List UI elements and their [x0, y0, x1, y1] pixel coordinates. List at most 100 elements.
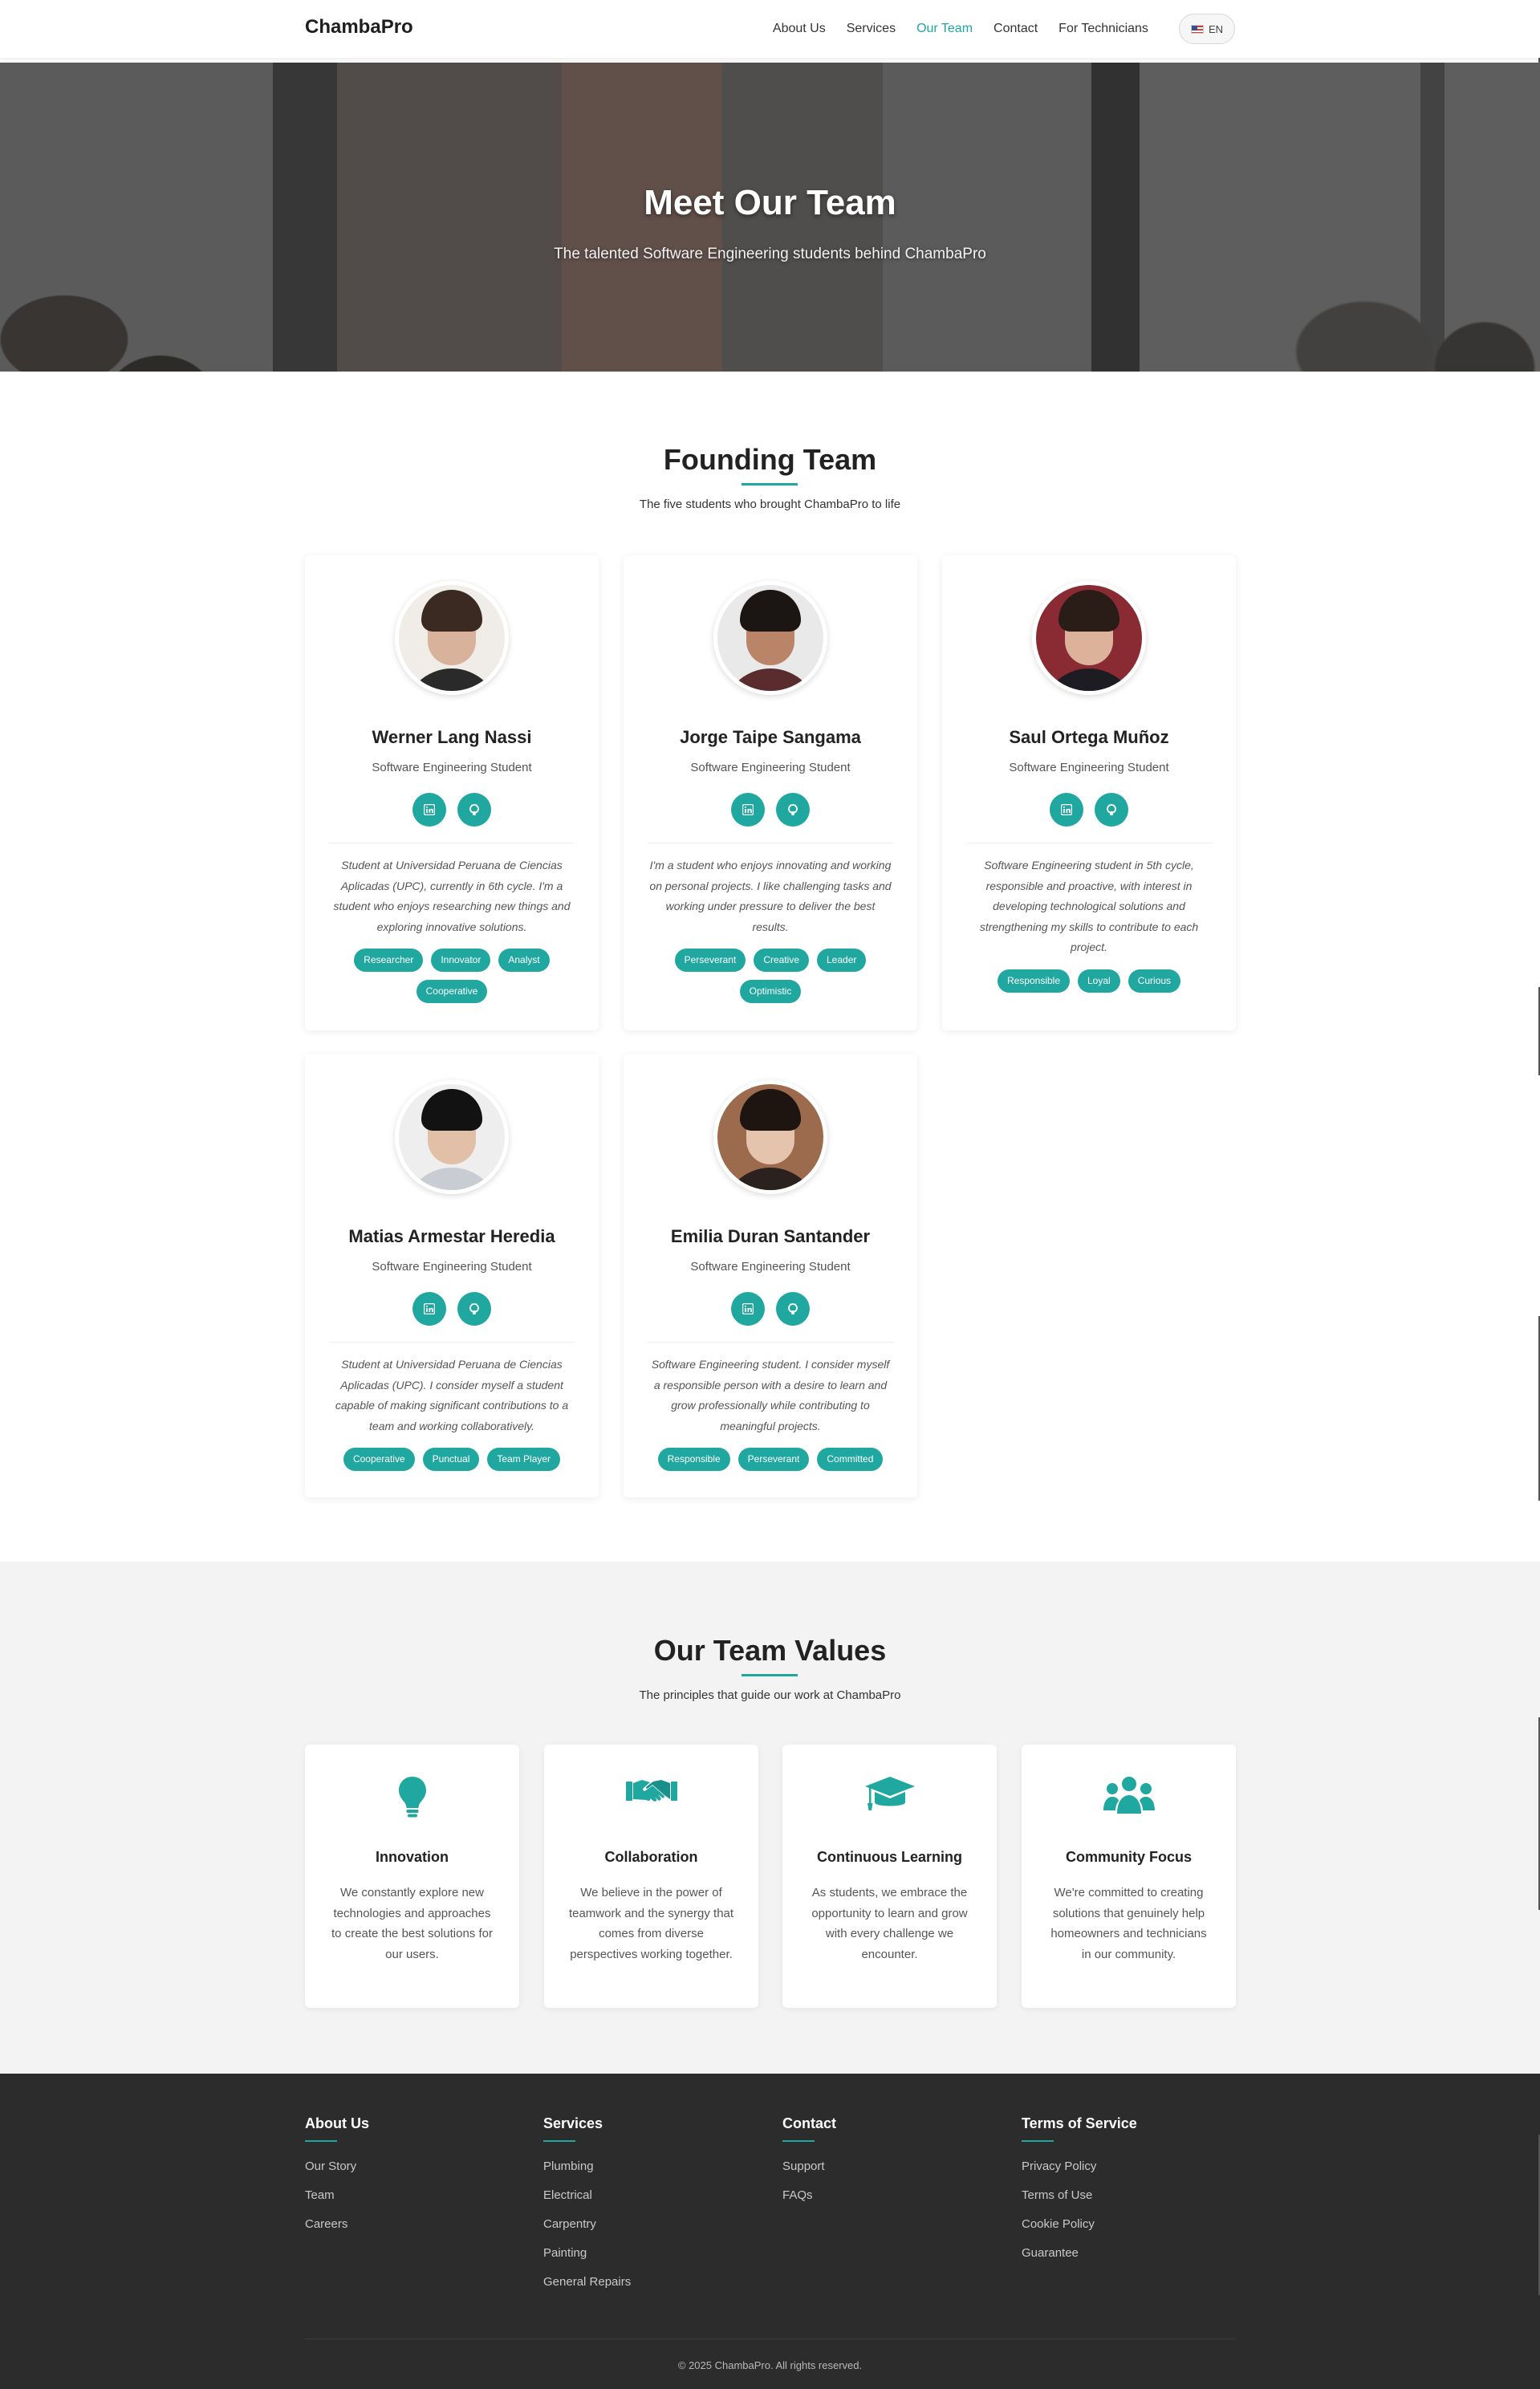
member-bio: Student at Universidad Peruana de Cienci… [333, 859, 571, 933]
brand-logo[interactable]: ChambaPro [305, 16, 413, 39]
footer-heading: About Us [305, 2115, 369, 2131]
social-links [305, 1292, 599, 1326]
footer-link[interactable]: Plumbing [543, 2159, 768, 2175]
footer-heading: Services [543, 2115, 603, 2131]
footer-link[interactable]: Painting [543, 2246, 768, 2261]
nav-our-team[interactable]: Our Team [916, 22, 973, 36]
trait-tag: Leader [817, 949, 867, 972]
footer-heading-underline [1022, 2140, 1054, 2142]
footer-link[interactable]: Team [305, 2188, 530, 2204]
value-text: We believe in the power of teamwork and … [568, 1886, 734, 1961]
value-title: Community Focus [1065, 1849, 1192, 1865]
avatar [713, 581, 827, 695]
member-tags: Responsible Loyal Curious [974, 969, 1204, 993]
trait-tag: Optimistic [739, 980, 802, 1003]
value-card: Continuous Learning As students, we embr… [782, 1745, 997, 2008]
trait-tag: Perseverant [737, 1448, 810, 1471]
linkedin-icon[interactable] [412, 793, 446, 827]
handshake-icon [544, 1775, 758, 1810]
member-tags: Researcher Innovator Analyst Cooperative [337, 949, 567, 1003]
site-footer: About Us Our Story Team Careers Services… [0, 2074, 1540, 2389]
member-role: Software Engineering Student [690, 1260, 851, 1274]
nav-services[interactable]: Services [847, 22, 896, 36]
nav-contact[interactable]: Contact [993, 22, 1038, 36]
member-tags: Perseverant Creative Leader Optimistic [656, 949, 885, 1003]
footer-link[interactable]: Cookie Policy [1022, 2217, 1246, 2233]
card-divider [329, 1342, 575, 1343]
linkedin-icon[interactable] [731, 1292, 765, 1326]
linkedin-icon[interactable] [412, 1292, 446, 1326]
team-card: Saul Ortega Muñoz Software Engineering S… [942, 555, 1236, 1030]
footer-link[interactable]: FAQs [782, 2188, 1007, 2204]
nav-for-technicians[interactable]: For Technicians [1058, 22, 1148, 36]
footer-column-contact: Contact Support FAQs [782, 2115, 1007, 2217]
member-name: Saul Ortega Muñoz [1009, 727, 1169, 747]
github-icon[interactable] [776, 1292, 810, 1326]
member-name: Emilia Duran Santander [670, 1226, 871, 1246]
linkedin-icon[interactable] [1050, 793, 1083, 827]
footer-column-services: Services Plumbing Electrical Carpentry P… [543, 2115, 768, 2304]
social-links [624, 793, 917, 827]
footer-link[interactable]: General Repairs [543, 2275, 768, 2290]
trait-tag: Committed [817, 1448, 884, 1471]
member-role: Software Engineering Student [372, 1260, 532, 1274]
social-links [305, 793, 599, 827]
hero-subtitle: The talented Software Engineering studen… [554, 246, 986, 262]
lightbulb-icon [305, 1775, 519, 1818]
graduation-cap-icon [782, 1775, 997, 1812]
footer-heading-underline [782, 2140, 815, 2142]
footer-divider [305, 2338, 1236, 2339]
social-links [942, 793, 1236, 827]
language-switcher[interactable]: EN [1178, 14, 1235, 44]
avatar [713, 1080, 827, 1194]
nav-about-us[interactable]: About Us [773, 22, 826, 36]
footer-link[interactable]: Carpentry [543, 2217, 768, 2233]
footer-link[interactable]: Electrical [543, 2188, 768, 2204]
footer-link[interactable]: Careers [305, 2217, 530, 2233]
avatar [1032, 581, 1146, 695]
main-nav: About Us Services Our Team Contact For T… [752, 0, 1235, 58]
linkedin-icon[interactable] [731, 793, 765, 827]
value-title: Innovation [376, 1849, 449, 1865]
footer-link[interactable]: Support [782, 2159, 1007, 2175]
social-links [624, 1292, 917, 1326]
team-card: Jorge Taipe Sangama Software Engineering… [624, 555, 917, 1030]
trait-tag: Team Player [487, 1448, 561, 1471]
value-text: We're committed to creating solutions th… [1050, 1886, 1207, 1961]
footer-heading: Contact [782, 2115, 836, 2131]
hero-banner: Meet Our Team The talented Software Engi… [0, 63, 1540, 372]
value-card: Collaboration We believe in the power of… [544, 1745, 758, 2008]
trait-tag: Creative [754, 949, 809, 972]
value-text: As students, we embrace the opportunity … [811, 1886, 968, 1961]
value-title: Continuous Learning [817, 1849, 962, 1865]
member-name: Werner Lang Nassi [372, 727, 532, 747]
member-tags: Responsible Perseverant Committed [656, 1448, 885, 1471]
footer-link[interactable]: Privacy Policy [1022, 2159, 1246, 2175]
footer-link[interactable]: Terms of Use [1022, 2188, 1246, 2204]
member-role: Software Engineering Student [690, 761, 851, 774]
member-name: Jorge Taipe Sangama [680, 727, 861, 747]
github-icon[interactable] [457, 1292, 491, 1326]
footer-link[interactable]: Our Story [305, 2159, 530, 2175]
github-icon[interactable] [1095, 793, 1128, 827]
trait-tag: Perseverant [674, 949, 746, 972]
title-underline [742, 1674, 798, 1676]
value-title: Collaboration [604, 1849, 698, 1865]
founding-team-subtitle: The five students who brought ChambaPro … [639, 498, 901, 511]
value-text: We constantly explore new technologies a… [331, 1886, 493, 1961]
footer-link[interactable]: Guarantee [1022, 2246, 1246, 2261]
footer-heading-underline [543, 2140, 575, 2142]
us-flag-icon [1190, 24, 1204, 34]
trait-tag: Cooperative [416, 980, 488, 1003]
footer-column-terms: Terms of Service Privacy Policy Terms of… [1022, 2115, 1246, 2275]
github-icon[interactable] [776, 793, 810, 827]
footer-column-about: About Us Our Story Team Careers [305, 2115, 530, 2246]
github-icon[interactable] [457, 793, 491, 827]
value-card: Community Focus We're committed to creat… [1022, 1745, 1236, 2008]
values-title: Our Team Values [653, 1634, 887, 1667]
language-label: EN [1208, 22, 1223, 35]
avatar [395, 1080, 509, 1194]
values-subtitle: The principles that guide our work at Ch… [639, 1688, 901, 1702]
title-underline [742, 483, 798, 486]
member-tags: Cooperative Punctual Team Player [337, 1448, 567, 1471]
